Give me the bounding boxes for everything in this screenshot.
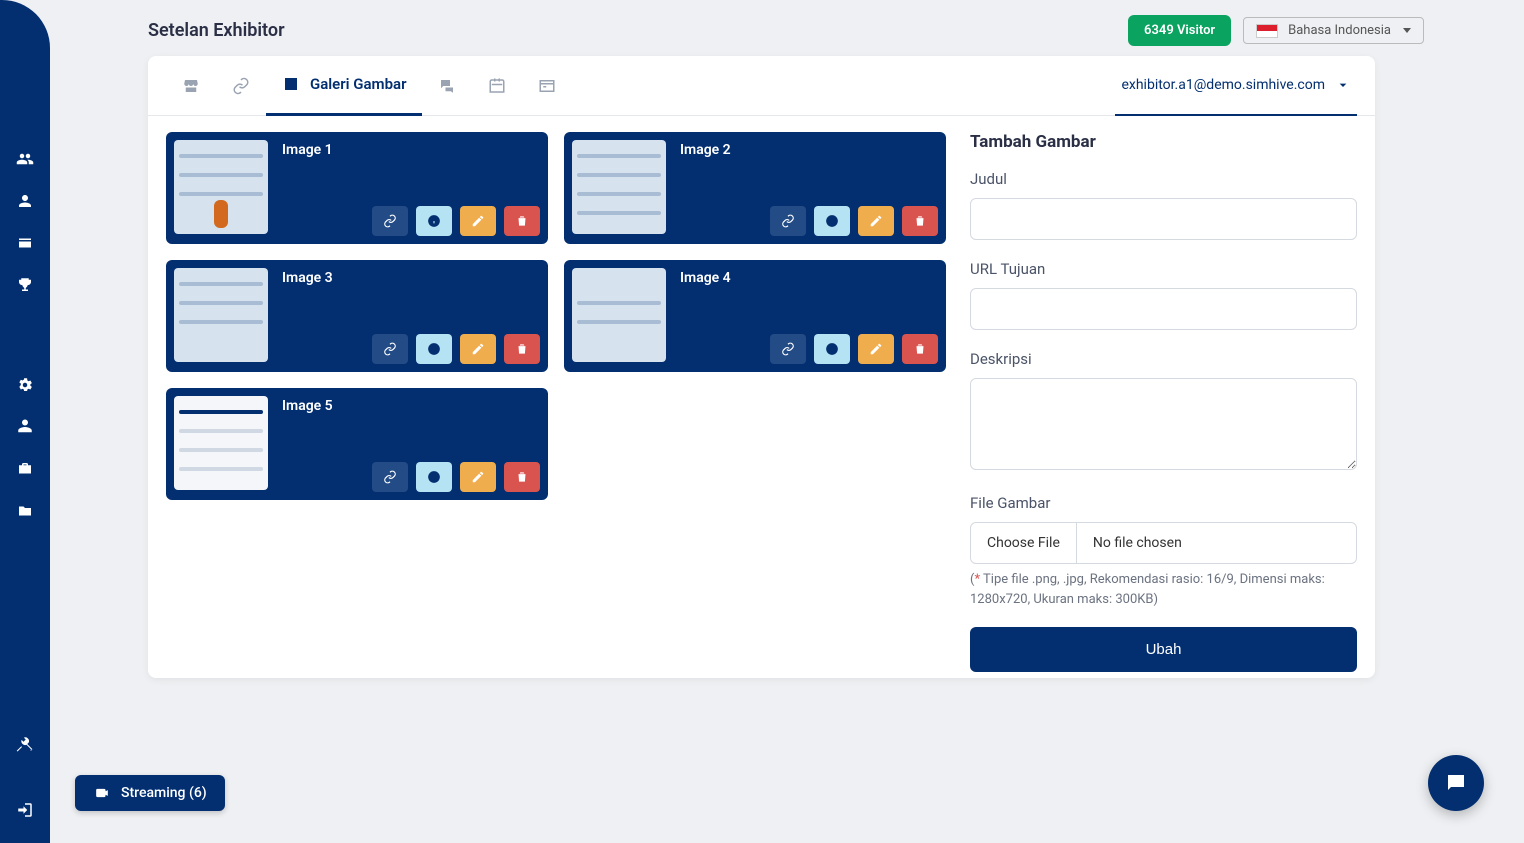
card-edit-button[interactable] bbox=[460, 334, 496, 364]
gallery-card-title: Image 5 bbox=[282, 398, 540, 414]
nav-trophy-icon[interactable] bbox=[16, 276, 34, 294]
nav-booth-icon[interactable] bbox=[16, 234, 34, 252]
tab-gallery[interactable]: Galeri Gambar bbox=[266, 56, 422, 116]
gallery-thumbnail bbox=[174, 396, 268, 490]
nav-visitors-icon[interactable] bbox=[16, 150, 34, 168]
url-input[interactable] bbox=[970, 288, 1357, 330]
chevron-down-icon bbox=[1335, 77, 1351, 93]
title-input[interactable] bbox=[970, 198, 1357, 240]
file-name-display: No file chosen bbox=[1077, 523, 1356, 563]
gallery-thumbnail bbox=[174, 140, 268, 234]
submit-button[interactable]: Ubah bbox=[970, 627, 1357, 672]
tab-links[interactable] bbox=[216, 56, 266, 116]
card-link-button[interactable] bbox=[770, 334, 806, 364]
card-edit-button[interactable] bbox=[460, 206, 496, 236]
card-edit-button[interactable] bbox=[858, 206, 894, 236]
language-label: Bahasa Indonesia bbox=[1288, 23, 1391, 38]
tab-bar: Galeri Gambar exhibitor.a1@demo.simhive.… bbox=[148, 56, 1375, 116]
streaming-label: Streaming (6) bbox=[121, 785, 207, 801]
nav-profile-icon[interactable] bbox=[16, 192, 34, 210]
gallery-card: Image 4 bbox=[564, 260, 946, 372]
card-delete-button[interactable] bbox=[902, 206, 938, 236]
gallery-card-title: Image 4 bbox=[680, 270, 938, 286]
card-info-button[interactable] bbox=[814, 206, 850, 236]
tab-gallery-label: Galeri Gambar bbox=[310, 75, 406, 93]
nav-folder-icon[interactable] bbox=[16, 502, 34, 520]
card-edit-button[interactable] bbox=[460, 462, 496, 492]
file-input[interactable]: Choose File No file chosen bbox=[970, 522, 1357, 564]
description-textarea[interactable] bbox=[970, 378, 1357, 470]
nav-tools-icon[interactable] bbox=[16, 735, 34, 753]
tab-store[interactable] bbox=[166, 56, 216, 116]
card-delete-button[interactable] bbox=[504, 206, 540, 236]
language-select[interactable]: Bahasa Indonesia bbox=[1243, 17, 1424, 44]
gallery-card: Image 3 bbox=[166, 260, 548, 372]
gallery-card-title: Image 2 bbox=[680, 142, 938, 158]
add-image-form: Tambah Gambar Judul URL Tujuan Deskripsi… bbox=[970, 132, 1357, 660]
nav-briefcase-icon[interactable] bbox=[16, 460, 34, 478]
visitor-badge[interactable]: 6349 Visitor bbox=[1128, 15, 1231, 46]
card-info-button[interactable] bbox=[416, 462, 452, 492]
main-card: Galeri Gambar exhibitor.a1@demo.simhive.… bbox=[148, 56, 1375, 678]
tab-calendar[interactable] bbox=[472, 56, 522, 116]
gallery-card-title: Image 1 bbox=[282, 142, 540, 158]
logout-icon[interactable] bbox=[16, 801, 34, 819]
gallery-grid: Image 1 Image 2 bbox=[166, 132, 946, 660]
card-link-button[interactable] bbox=[770, 206, 806, 236]
gallery-thumbnail bbox=[572, 268, 666, 362]
gallery-thumbnail bbox=[174, 268, 268, 362]
form-heading: Tambah Gambar bbox=[970, 132, 1357, 152]
label-file: File Gambar bbox=[970, 494, 1357, 512]
card-info-button[interactable] bbox=[814, 334, 850, 364]
chevron-down-icon bbox=[1403, 28, 1411, 33]
sidebar bbox=[0, 0, 50, 843]
file-hint: (* Tipe file .png, .jpg, Rekomendasi ras… bbox=[970, 570, 1357, 609]
label-title: Judul bbox=[970, 170, 1357, 188]
card-info-button[interactable] bbox=[416, 334, 452, 364]
file-choose-button[interactable]: Choose File bbox=[971, 523, 1077, 563]
tab-chat[interactable] bbox=[422, 56, 472, 116]
tab-card[interactable] bbox=[522, 56, 572, 116]
gallery-thumbnail bbox=[572, 140, 666, 234]
card-delete-button[interactable] bbox=[504, 334, 540, 364]
card-link-button[interactable] bbox=[372, 462, 408, 492]
card-info-button[interactable] bbox=[416, 206, 452, 236]
card-edit-button[interactable] bbox=[858, 334, 894, 364]
flag-icon bbox=[1256, 24, 1278, 38]
video-icon bbox=[93, 786, 111, 800]
page-header: Setelan Exhibitor 6349 Visitor Bahasa In… bbox=[148, 15, 1424, 46]
card-delete-button[interactable] bbox=[504, 462, 540, 492]
gallery-card: Image 1 bbox=[166, 132, 548, 244]
gallery-card: Image 2 bbox=[564, 132, 946, 244]
user-email-dropdown[interactable]: exhibitor.a1@demo.simhive.com bbox=[1115, 56, 1357, 116]
gallery-card-title: Image 3 bbox=[282, 270, 540, 286]
page-title: Setelan Exhibitor bbox=[148, 20, 285, 41]
card-delete-button[interactable] bbox=[902, 334, 938, 364]
streaming-button[interactable]: Streaming (6) bbox=[75, 775, 225, 811]
label-description: Deskripsi bbox=[970, 350, 1357, 368]
nav-settings-icon[interactable] bbox=[16, 376, 34, 394]
user-email-text: exhibitor.a1@demo.simhive.com bbox=[1121, 77, 1325, 93]
chat-icon bbox=[1444, 771, 1468, 795]
nav-group-icon[interactable] bbox=[16, 418, 34, 436]
chat-fab[interactable] bbox=[1428, 755, 1484, 811]
gallery-card: Image 5 bbox=[166, 388, 548, 500]
card-link-button[interactable] bbox=[372, 206, 408, 236]
card-link-button[interactable] bbox=[372, 334, 408, 364]
label-url: URL Tujuan bbox=[970, 260, 1357, 278]
